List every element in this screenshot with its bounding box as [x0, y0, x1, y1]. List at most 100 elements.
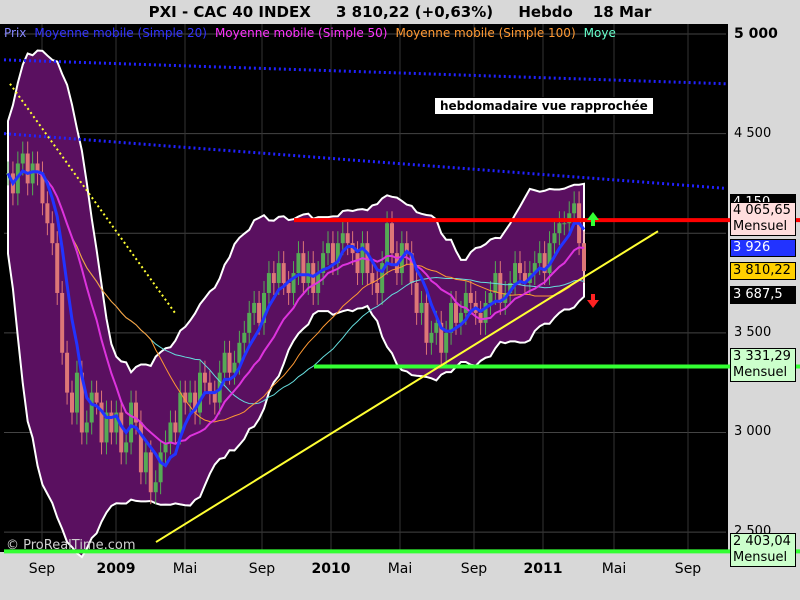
candle-body [242, 332, 247, 343]
candle-body [222, 352, 227, 373]
x-tick-label: 2011 [523, 561, 563, 577]
candle-body [537, 253, 542, 264]
annotation-box: hebdomadaire vue rapprochée [434, 97, 654, 115]
level-value: 2 403,04 [733, 534, 791, 550]
candle-body [330, 243, 335, 264]
y-tick-label: 4 500 [734, 125, 772, 141]
y-tick-label: 5 000 [734, 25, 778, 42]
candle-body [60, 292, 65, 353]
candle-body [444, 332, 449, 353]
x-tick-label: Mai [601, 561, 627, 577]
candle-body [434, 322, 439, 333]
candle-body [355, 253, 360, 274]
level-value: 3 331,29 [733, 349, 791, 365]
candle-body [572, 203, 577, 214]
candle-body [301, 253, 306, 284]
candle-body [454, 302, 458, 323]
candle-body [65, 352, 70, 393]
candle-body [498, 273, 503, 303]
candle-body [25, 153, 30, 184]
up-arrow-icon [587, 212, 599, 226]
chart-root: PXI - CAC 40 INDEX 3 810,22 (+0,63%) Heb… [0, 0, 800, 600]
candle-body [173, 422, 178, 433]
candle-body [237, 342, 242, 363]
x-tick-label: Mai [172, 561, 198, 577]
candle-body [552, 233, 557, 244]
candle-body [227, 352, 232, 373]
candle-body [252, 302, 257, 313]
price-chart[interactable] [0, 0, 800, 600]
level-label: 2 403,04 Mensuel [730, 533, 796, 568]
candle-body [547, 243, 552, 274]
x-tick-label: 2009 [96, 561, 136, 577]
candle-body [198, 372, 202, 413]
down-arrow-icon [587, 294, 599, 308]
x-tick-label: Sep [674, 561, 702, 577]
candle-body [188, 392, 193, 403]
chart-legend: Prix Moyenne mobile (Simple 20) Moyenne mo… [4, 26, 728, 40]
candle-body [271, 273, 276, 284]
candle-body [143, 452, 148, 473]
candle-body [20, 153, 25, 164]
candle-body [84, 422, 89, 433]
x-tick-label: Sep [28, 561, 56, 577]
level-label: 4 065,65 Mensuel [730, 202, 796, 237]
level-value: 4 065,65 [733, 203, 791, 219]
copyright: © ProRealTime.com [6, 538, 136, 553]
candle-body [70, 392, 74, 413]
candle-body [306, 263, 311, 284]
candle-body [50, 223, 55, 244]
candle-body [158, 452, 163, 483]
downtrend-line-upper [3, 132, 727, 190]
candle-body [266, 273, 271, 293]
legend-item: Moye [583, 26, 616, 40]
legend-item: Moyenne mobile (Simple 20) [34, 26, 207, 40]
level-period: Mensuel [733, 219, 788, 235]
price-label: 3 926 [730, 238, 796, 257]
candle-body [424, 302, 429, 343]
candle-body [340, 233, 345, 244]
legend-item: Moyenne mobile (Simple 50) [214, 26, 388, 40]
downtrend-line-top [3, 58, 727, 86]
candle-body [124, 442, 129, 453]
candle-body [55, 243, 60, 293]
candle-body [257, 302, 262, 323]
candle-body [74, 372, 79, 413]
candle-body [129, 402, 134, 443]
level-period: Mensuel [733, 550, 788, 566]
level-period: Mensuel [733, 365, 788, 381]
candle-body [562, 223, 567, 225]
candle-body [375, 283, 380, 293]
level-label: 3 331,29 Mensuel [730, 348, 796, 383]
candle-body [168, 422, 173, 443]
x-tick-label: 2010 [311, 561, 351, 577]
candle-body [513, 263, 518, 284]
candle-body [345, 233, 350, 244]
candle-body [419, 302, 424, 313]
x-tick-label: Sep [460, 561, 488, 577]
candle-body [45, 203, 50, 224]
price-label: 3 810,22 [730, 262, 796, 281]
candle-body [414, 283, 419, 313]
candle-body [89, 392, 94, 423]
candle-body [518, 263, 522, 274]
legend-item: Prix [4, 26, 27, 40]
candle-body [247, 312, 252, 333]
legend-item: Moyenne mobile (Simple 100) [395, 26, 576, 40]
candle-body [311, 263, 316, 293]
y-tick-label: 3 500 [734, 324, 772, 340]
candle-body [94, 392, 99, 403]
candle-body [119, 412, 124, 453]
candle-body [276, 263, 281, 284]
candle-body [153, 482, 158, 493]
candle-body [390, 223, 394, 254]
x-tick-label: Sep [248, 561, 276, 577]
candle-body [429, 332, 434, 343]
x-tick-label: Mai [387, 561, 413, 577]
candle-body [557, 223, 562, 234]
candle-body [326, 243, 330, 254]
candle-body [281, 263, 286, 284]
candle-body [488, 292, 493, 303]
candle-body [202, 372, 207, 383]
candle-body [178, 392, 183, 433]
